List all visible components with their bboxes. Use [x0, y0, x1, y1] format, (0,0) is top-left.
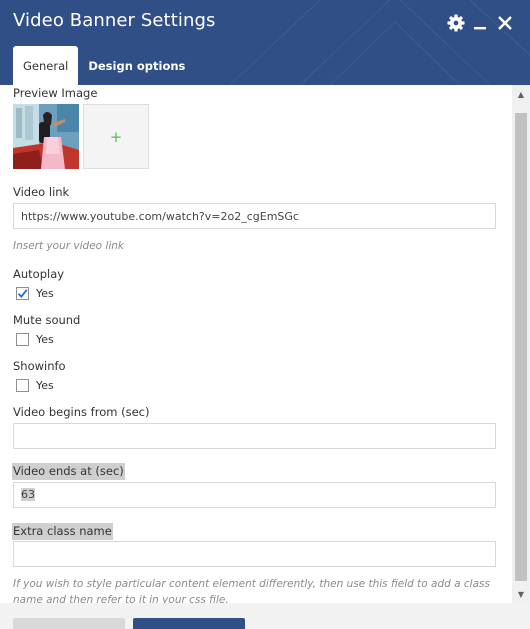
video-link-input[interactable]: [13, 203, 496, 229]
gear-icon[interactable]: [445, 12, 467, 34]
video-begins-label: Video begins from (sec): [13, 405, 150, 419]
tab-general[interactable]: General: [13, 46, 79, 85]
tab-bar: General Design options: [13, 46, 195, 85]
autoplay-label: Autoplay: [13, 267, 65, 281]
scroll-up-arrow-icon[interactable]: ▲: [512, 87, 530, 101]
mute-sound-yes-label: Yes: [36, 333, 54, 346]
autoplay-checkbox[interactable]: [16, 287, 29, 300]
video-ends-value: 63: [21, 488, 35, 501]
extra-class-input[interactable]: [13, 541, 496, 567]
mute-sound-label: Mute sound: [13, 313, 81, 327]
mute-sound-checkbox[interactable]: [16, 333, 29, 346]
showinfo-option: Yes: [16, 379, 54, 392]
modal-title: Video Banner Settings: [13, 10, 216, 31]
scroll-thumb[interactable]: [515, 113, 527, 581]
autoplay-yes-label: Yes: [36, 287, 54, 300]
showinfo-checkbox[interactable]: [16, 379, 29, 392]
showinfo-label: Showinfo: [13, 359, 66, 373]
modal-header: Video Banner Settings General Design opt…: [0, 0, 530, 85]
footer-corner: [512, 603, 530, 629]
scroll-down-arrow-icon[interactable]: ▼: [512, 587, 530, 601]
vertical-scrollbar[interactable]: ▲ ▼: [512, 85, 530, 603]
video-link-help: Insert your video link: [13, 240, 124, 252]
extra-class-label: Extra class name: [12, 523, 113, 540]
save-changes-button[interactable]: [133, 618, 245, 629]
close-icon[interactable]: [494, 12, 516, 34]
mute-sound-option: Yes: [16, 333, 54, 346]
showinfo-yes-label: Yes: [36, 379, 54, 392]
autoplay-option: Yes: [16, 287, 54, 300]
modal-footer: [0, 603, 512, 629]
plus-icon: +: [109, 127, 123, 146]
add-image-button[interactable]: +: [83, 104, 149, 169]
video-link-label: Video link: [13, 185, 70, 199]
extra-class-help: If you wish to style particular content …: [13, 578, 490, 603]
checkmark-icon: [17, 289, 28, 298]
settings-panel: Preview Image + Video link Insert your v…: [0, 85, 512, 603]
preview-image-thumbnail[interactable]: [13, 104, 79, 169]
video-ends-input[interactable]: 63: [13, 482, 496, 508]
preview-image-label: Preview Image: [13, 86, 98, 100]
tab-design-options[interactable]: Design options: [78, 46, 195, 85]
minimize-icon[interactable]: [469, 12, 491, 34]
preview-image-picture: [13, 104, 79, 169]
close-footer-button[interactable]: [13, 618, 125, 629]
video-begins-input[interactable]: [13, 423, 496, 449]
video-ends-label: Video ends at (sec): [12, 463, 125, 480]
